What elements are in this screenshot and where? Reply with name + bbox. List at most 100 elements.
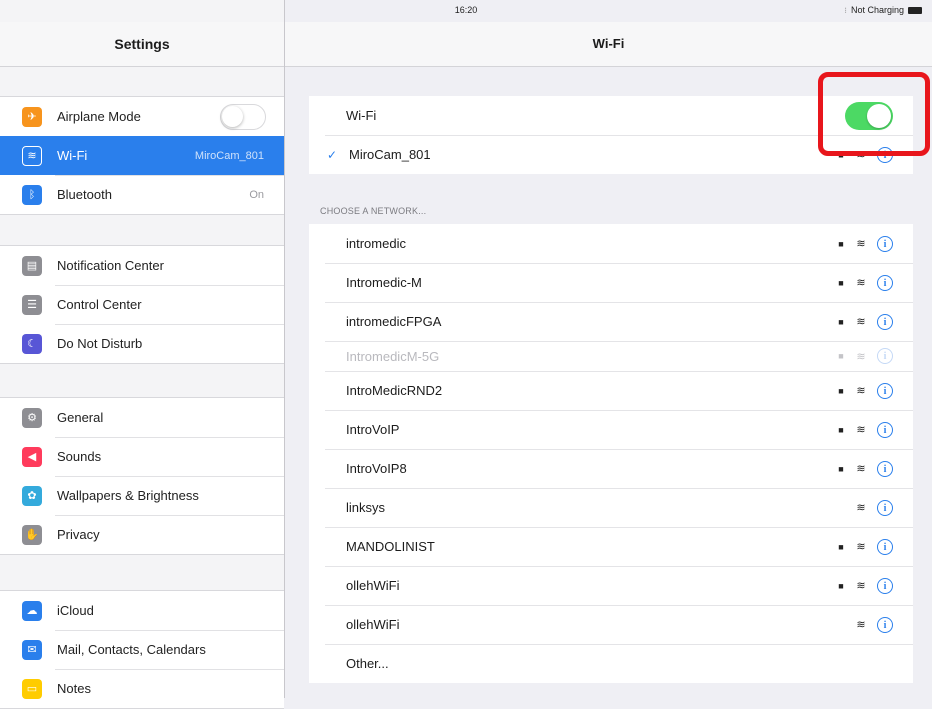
wifi-signal-icon: ≋ bbox=[856, 619, 866, 631]
sidebar-item-privacy[interactable]: ✋ Privacy bbox=[0, 515, 284, 554]
sidebar-item-label: Notification Center bbox=[57, 258, 164, 273]
bluetooth-icon: ᛒ bbox=[22, 184, 42, 205]
page-title: Wi-Fi bbox=[285, 22, 932, 67]
network-row[interactable]: intromedic ■ ≋ i bbox=[309, 224, 913, 263]
network-name: MANDOLINIST bbox=[346, 539, 435, 554]
network-name: intromedic bbox=[346, 236, 406, 251]
wifi-signal-icon: ≋ bbox=[856, 350, 866, 363]
wifi-signal-icon: ≋ bbox=[856, 580, 866, 592]
sidebar-item-label: General bbox=[57, 410, 104, 425]
control-center-icon: ☰ bbox=[22, 294, 42, 315]
network-row[interactable]: IntromedicM-5G ■ ≋ i bbox=[309, 341, 913, 371]
wifi-icon: ≋ bbox=[22, 145, 42, 166]
sidebar-item-label: Mail, Contacts, Calendars bbox=[57, 642, 206, 657]
lock-icon: ■ bbox=[838, 541, 844, 552]
sidebar-item-label: Wallpapers & Brightness bbox=[57, 488, 199, 503]
wifi-signal-icon: ≋ bbox=[856, 316, 866, 328]
sidebar-title: Settings bbox=[0, 22, 284, 67]
lock-icon: ■ bbox=[838, 385, 844, 396]
checkmark-icon: ✓ bbox=[327, 147, 338, 162]
info-icon[interactable]: i bbox=[877, 538, 893, 555]
network-row[interactable]: MANDOLINIST ■ ≋ i bbox=[309, 527, 913, 566]
sidebar-group-general: ⚙ General ◀ Sounds ✿ Wallpapers & Bright… bbox=[0, 397, 284, 555]
toggle-knob bbox=[222, 105, 243, 127]
sidebar-item-notification-center[interactable]: ▤ Notification Center bbox=[0, 246, 284, 285]
sidebar-item-label: Wi-Fi bbox=[57, 148, 88, 163]
sidebar-item-general[interactable]: ⚙ General bbox=[0, 398, 284, 437]
sidebar-item-label: Do Not Disturb bbox=[57, 336, 143, 351]
info-icon[interactable]: i bbox=[877, 235, 893, 252]
notes-icon: ▭ bbox=[22, 678, 42, 699]
info-icon[interactable]: i bbox=[877, 313, 893, 330]
cloud-icon: ☁ bbox=[22, 600, 42, 621]
wifi-signal-icon: ≋ bbox=[856, 502, 866, 514]
info-icon[interactable]: i bbox=[877, 577, 893, 594]
sidebar-item-label: iCloud bbox=[57, 603, 94, 618]
network-name: ollehWiFi bbox=[346, 617, 400, 632]
info-icon[interactable]: i bbox=[877, 460, 893, 477]
info-icon[interactable]: i bbox=[877, 348, 893, 364]
info-icon[interactable]: i bbox=[877, 421, 893, 438]
other-network-row[interactable]: Other... bbox=[309, 644, 913, 683]
hand-icon: ✋ bbox=[22, 524, 42, 545]
sidebar-item-do-not-disturb[interactable]: ☾ Do Not Disturb bbox=[0, 324, 284, 363]
sidebar-item-label: Privacy bbox=[57, 527, 100, 542]
lock-icon: ■ bbox=[838, 424, 844, 435]
network-name: IntromedicM-5G bbox=[346, 348, 440, 364]
connected-network-name: MiroCam_801 bbox=[349, 147, 431, 162]
sidebar-item-wifi[interactable]: ≋ Wi-Fi MiroCam_801 bbox=[0, 136, 284, 175]
network-row[interactable]: ollehWiFi ■ ≋ i bbox=[309, 566, 913, 605]
wifi-signal-icon: ≋ bbox=[856, 463, 866, 475]
network-row[interactable]: linksys ≋ i bbox=[309, 488, 913, 527]
network-name: ollehWiFi bbox=[346, 578, 400, 593]
wifi-signal-icon: ≋ bbox=[856, 238, 866, 250]
info-icon[interactable]: i bbox=[877, 274, 893, 291]
sidebar-item-value: MiroCam_801 bbox=[194, 149, 264, 162]
settings-sidebar: Settings ✈ Airplane Mode ≋ Wi-Fi MiroCam… bbox=[0, 0, 285, 709]
network-name: IntroVoIP bbox=[346, 422, 400, 437]
wifi-signal-icon: ≋ bbox=[856, 277, 866, 289]
sidebar-item-label: Airplane Mode bbox=[57, 109, 141, 124]
gear-icon: ⚙ bbox=[22, 407, 42, 428]
sidebar-item-airplane-mode[interactable]: ✈ Airplane Mode bbox=[0, 97, 284, 136]
network-row[interactable]: ollehWiFi ≋ i bbox=[309, 605, 913, 644]
network-name: linksys bbox=[346, 500, 386, 515]
annotation-highlight-box bbox=[818, 72, 930, 156]
info-icon[interactable]: i bbox=[877, 499, 893, 516]
network-row[interactable]: Intromedic-M ■ ≋ i bbox=[309, 263, 913, 302]
notification-center-icon: ▤ bbox=[22, 255, 42, 276]
moon-icon: ☾ bbox=[22, 333, 42, 354]
info-icon[interactable]: i bbox=[877, 616, 893, 633]
sidebar-item-icloud[interactable]: ☁ iCloud bbox=[0, 591, 284, 630]
sidebar-item-wallpapers-brightness[interactable]: ✿ Wallpapers & Brightness bbox=[0, 476, 284, 515]
sidebar-item-value: On bbox=[249, 188, 264, 201]
airplane-mode-toggle[interactable] bbox=[220, 103, 266, 130]
network-row[interactable]: IntroVoIP8 ■ ≋ i bbox=[309, 449, 913, 488]
speaker-icon: ◀ bbox=[22, 446, 42, 467]
network-row[interactable]: IntroMedicRND2 ■ ≋ i bbox=[309, 371, 913, 410]
wifi-signal-icon: ≋ bbox=[856, 541, 866, 553]
info-icon[interactable]: i bbox=[877, 382, 893, 399]
network-row[interactable]: IntroVoIP ■ ≋ i bbox=[309, 410, 913, 449]
sidebar-item-mail-contacts-calendars[interactable]: ✉ Mail, Contacts, Calendars bbox=[0, 630, 284, 669]
wifi-signal-icon: ≋ bbox=[856, 385, 866, 397]
wallpaper-icon: ✿ bbox=[22, 485, 42, 506]
lock-icon: ■ bbox=[838, 351, 844, 361]
lock-icon: ■ bbox=[838, 580, 844, 591]
other-network-label: Other... bbox=[346, 656, 389, 671]
sidebar-item-label: Control Center bbox=[57, 297, 142, 312]
network-list: intromedic ■ ≋ i Intromedic-M ■ ≋ i intromed… bbox=[309, 224, 913, 683]
sidebar-item-sounds[interactable]: ◀ Sounds bbox=[0, 437, 284, 476]
sidebar-item-label: Notes bbox=[57, 681, 91, 696]
wifi-toggle-label: Wi-Fi bbox=[346, 108, 377, 123]
network-name: IntroVoIP8 bbox=[346, 461, 407, 476]
sidebar-item-bluetooth[interactable]: ᛒ Bluetooth On bbox=[0, 175, 284, 214]
sidebar-item-notes[interactable]: ▭ Notes bbox=[0, 669, 284, 708]
sidebar-group-connectivity: ✈ Airplane Mode ≋ Wi-Fi MiroCam_801 ᛒ Bl… bbox=[0, 96, 284, 215]
sidebar-item-control-center[interactable]: ☰ Control Center bbox=[0, 285, 284, 324]
sidebar-item-label: Bluetooth bbox=[57, 187, 112, 202]
network-name: intromedicFPGA bbox=[346, 314, 442, 329]
network-name: Intromedic-M bbox=[346, 275, 422, 290]
network-row[interactable]: intromedicFPGA ■ ≋ i bbox=[309, 302, 913, 341]
airplane-icon: ✈ bbox=[22, 106, 42, 127]
